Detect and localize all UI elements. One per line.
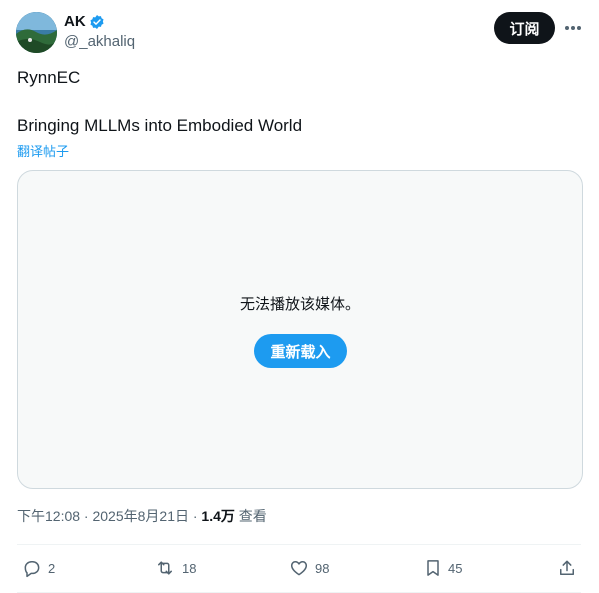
subscribe-button[interactable]: 订阅 <box>494 12 555 44</box>
repost-count: 18 <box>182 560 197 576</box>
timestamp[interactable]: 下午12:08 · 2025年8月21日 · <box>17 508 201 524</box>
media-error-message: 无法播放该媒体。 <box>239 296 360 313</box>
like-button[interactable]: 98 <box>289 556 329 580</box>
display-name-text[interactable]: AK <box>64 13 86 31</box>
display-name[interactable]: AK <box>64 13 105 31</box>
verified-badge-icon <box>90 15 104 29</box>
bookmark-button[interactable]: 45 <box>424 556 462 580</box>
heart-icon <box>290 561 308 576</box>
bookmark-icon <box>427 560 439 576</box>
like-count: 98 <box>315 560 330 576</box>
avatar[interactable] <box>16 12 57 53</box>
translate-post-link[interactable]: 翻译帖子 <box>17 141 69 160</box>
bookmark-count: 45 <box>448 560 463 576</box>
reply-count: 2 <box>48 560 56 576</box>
views-count: 1.4万 <box>201 508 235 524</box>
reply-button[interactable]: 2 <box>22 556 55 580</box>
repost-button[interactable]: 18 <box>154 556 196 580</box>
post-metadata: 下午12:08 · 2025年8月21日 · 1.4万 查看 <box>17 507 267 525</box>
share-icon <box>560 560 574 575</box>
more-options-icon[interactable] <box>561 17 585 39</box>
divider-top <box>17 544 581 545</box>
media-container: 无法播放该媒体。 重新载入 <box>17 170 583 489</box>
reload-button[interactable]: 重新载入 <box>254 334 347 368</box>
post-text-line-1: RynnEC <box>17 68 81 87</box>
repost-icon <box>158 561 172 575</box>
views-label: 查看 <box>234 508 267 524</box>
reply-icon <box>24 561 40 578</box>
share-button[interactable] <box>557 556 577 580</box>
post-text-line-2: Bringing MLLMs into Embodied World <box>17 116 303 135</box>
handle[interactable]: @_akhaliq <box>64 33 135 51</box>
